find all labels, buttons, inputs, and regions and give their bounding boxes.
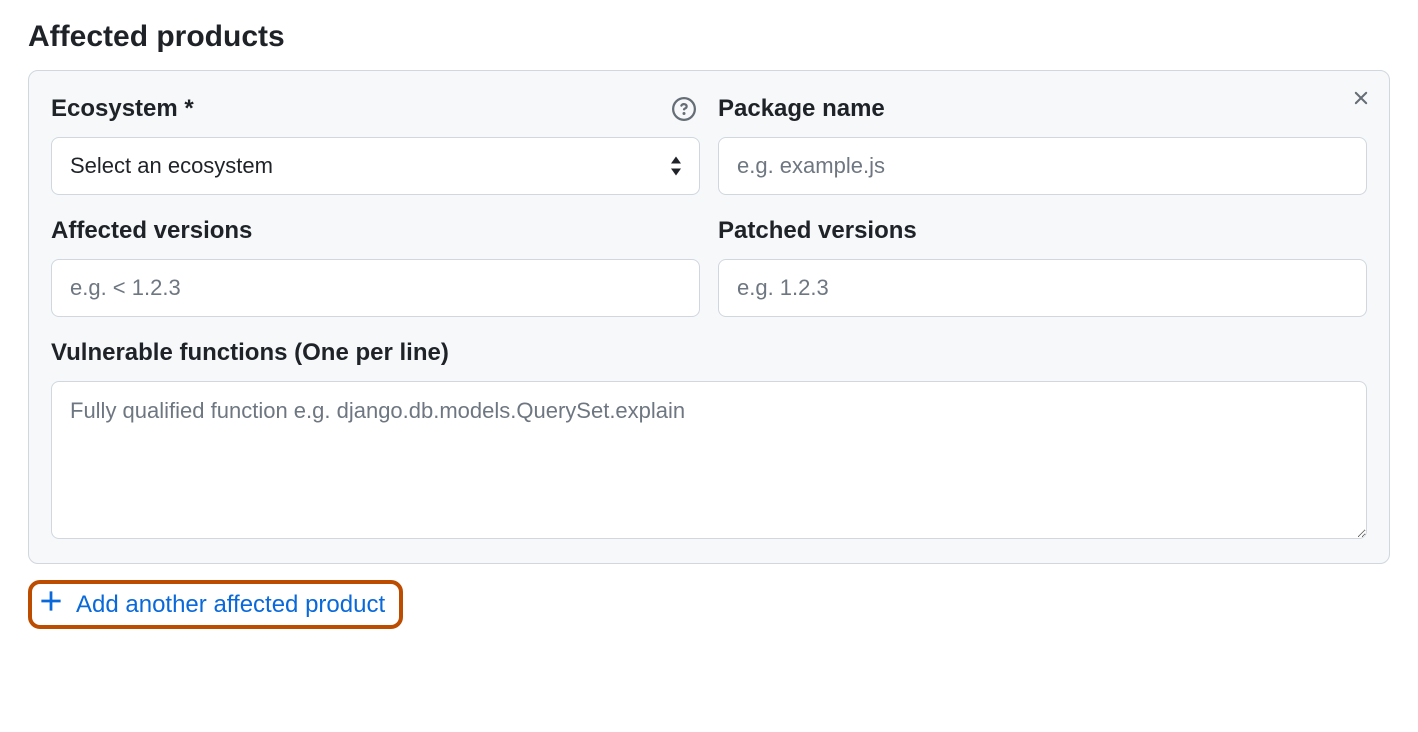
ecosystem-select[interactable]: Select an ecosystem (51, 137, 700, 195)
close-icon (1350, 87, 1372, 112)
add-another-label: Add another affected product (76, 591, 385, 619)
affected-versions-label: Affected versions (51, 217, 252, 245)
add-another-highlight: Add another affected product (28, 580, 403, 629)
close-button[interactable] (1347, 85, 1375, 113)
affected-product-card: Ecosystem * Select an ecosystem Package … (28, 70, 1390, 564)
ecosystem-select-value: Select an ecosystem (70, 153, 273, 179)
info-icon[interactable] (672, 97, 696, 121)
section-title: Affected products (28, 20, 1390, 54)
patched-versions-label: Patched versions (718, 217, 917, 245)
add-another-affected-product-link[interactable]: Add another affected product (40, 590, 385, 619)
package-name-input[interactable] (718, 137, 1367, 195)
affected-versions-input[interactable] (51, 259, 700, 317)
package-name-label: Package name (718, 95, 885, 123)
plus-icon (40, 590, 62, 619)
ecosystem-label: Ecosystem * (51, 95, 194, 123)
patched-versions-input[interactable] (718, 259, 1367, 317)
vulnerable-functions-label: Vulnerable functions (One per line) (51, 339, 449, 367)
vulnerable-functions-textarea[interactable] (51, 381, 1367, 539)
